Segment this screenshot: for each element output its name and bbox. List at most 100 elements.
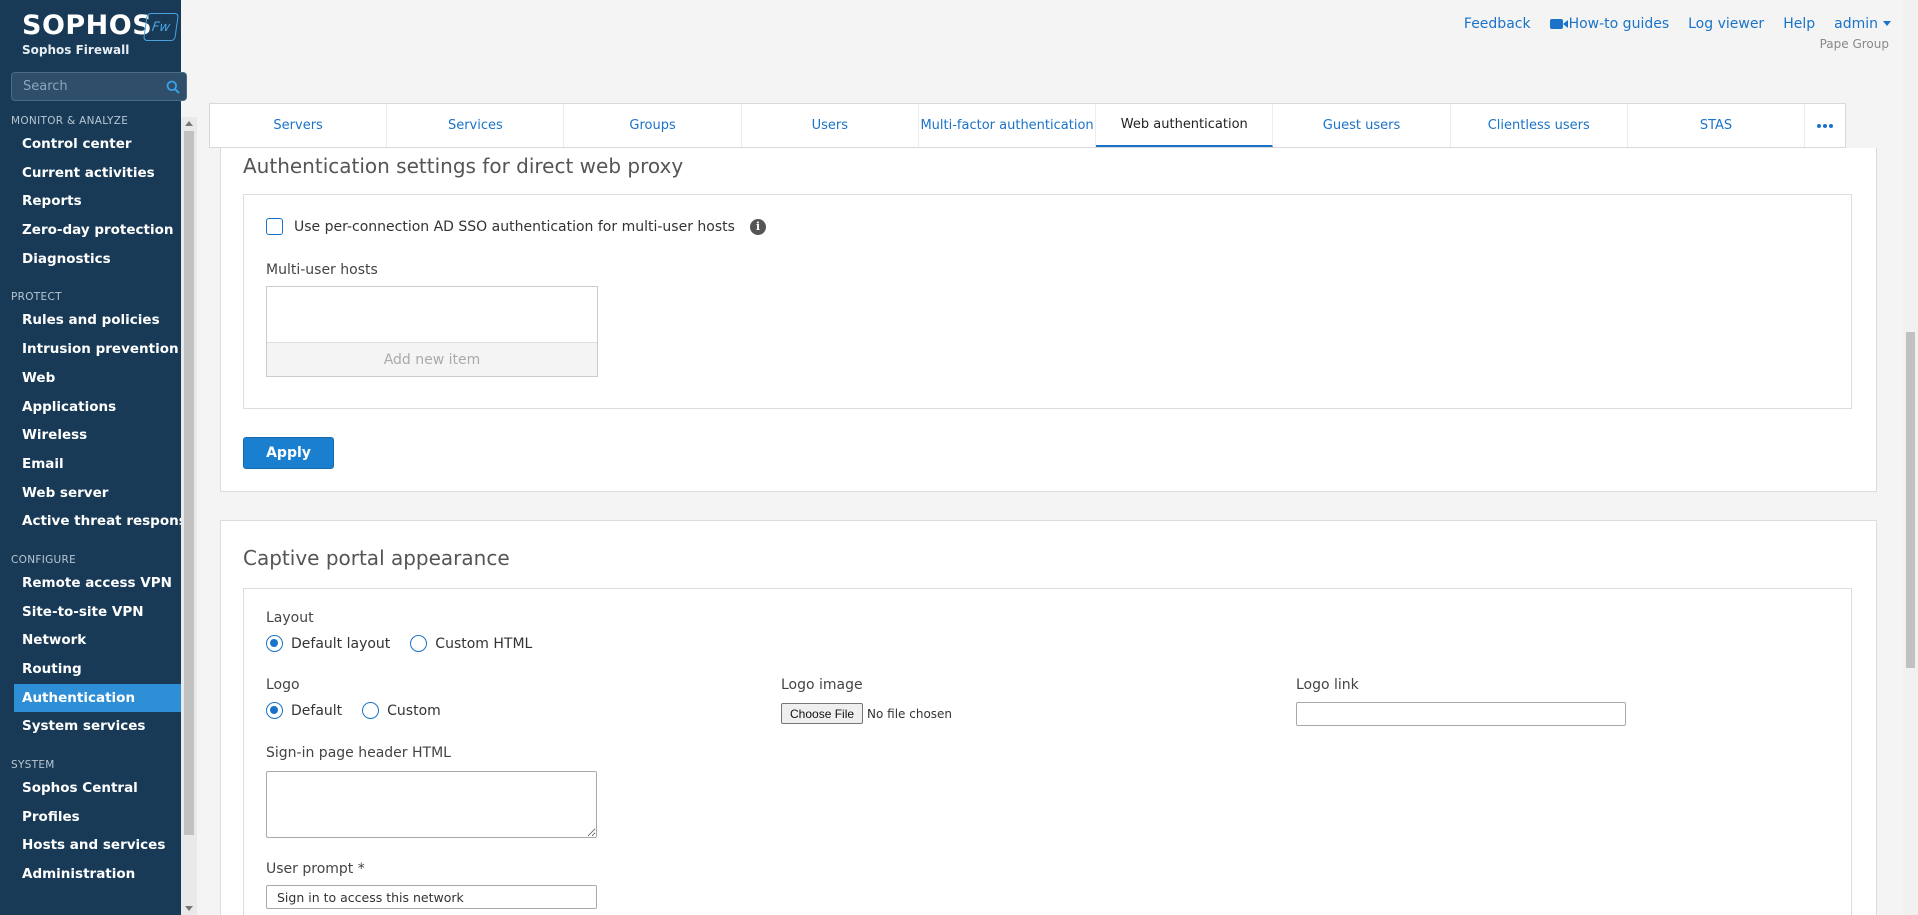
info-icon[interactable]: i: [749, 218, 766, 235]
top-links: Feedback How-to guides Log viewer Help a…: [1464, 16, 1891, 32]
sidebar: SOPHOS Sophos Firewall Fw MONITOR & ANAL…: [0, 0, 187, 915]
section-title-captive-portal: Captive portal appearance: [243, 546, 510, 570]
nav-section-protect: PROTECT: [11, 291, 62, 304]
tab-servers[interactable]: Servers: [210, 104, 388, 147]
direct-web-proxy-panel: Authentication settings for direct web p…: [220, 148, 1877, 492]
sidebar-item-active-threat-response[interactable]: Active threat response: [0, 507, 181, 536]
header-html-label: Sign-in page header HTML: [266, 745, 451, 761]
layout-default-label: Default layout: [291, 635, 391, 652]
tab-stas[interactable]: STAS: [1628, 104, 1806, 147]
user-menu[interactable]: admin: [1834, 16, 1891, 32]
header-html-textarea[interactable]: [266, 771, 597, 838]
sidebar-item-intrusion-prevention[interactable]: Intrusion prevention: [0, 335, 181, 364]
proxy-settings-card: Use per-connection AD SSO authentication…: [243, 194, 1852, 409]
layout-custom-html-radio[interactable]: [410, 635, 428, 652]
logo-custom-label: Custom: [387, 702, 441, 719]
sidebar-nav: MONITOR & ANALYZE Control center Current…: [0, 112, 181, 915]
tab-services[interactable]: Services: [387, 104, 565, 147]
main-scrollbar-thumb[interactable]: [1906, 332, 1915, 668]
nav-section-monitor: MONITOR & ANALYZE: [11, 115, 129, 127]
logo-link-input[interactable]: [1296, 702, 1626, 726]
scroll-down-icon[interactable]: [185, 906, 193, 911]
logo-label: Logo: [266, 677, 300, 693]
search-input[interactable]: [12, 79, 157, 94]
sidebar-item-authentication[interactable]: Authentication: [14, 683, 181, 713]
sidebar-item-web-server[interactable]: Web server: [0, 479, 181, 508]
scroll-up-icon[interactable]: [185, 121, 193, 126]
logo-radio-group: Default Custom: [266, 702, 461, 719]
tab-bar: Servers Services Groups Users Multi-fact…: [209, 103, 1846, 148]
how-to-guides-label: How-to guides: [1568, 16, 1670, 32]
main-scrollbar[interactable]: [1903, 0, 1918, 915]
search-box[interactable]: [11, 72, 187, 101]
sidebar-item-administration[interactable]: Administration: [0, 860, 181, 889]
layout-default-radio[interactable]: [266, 635, 283, 652]
sidebar-item-site-to-site-vpn[interactable]: Site-to-site VPN: [0, 598, 181, 627]
user-prompt-label: User prompt *: [266, 861, 365, 877]
sidebar-item-system-services[interactable]: System services: [0, 712, 181, 741]
sso-checkbox-row: Use per-connection AD SSO authentication…: [266, 218, 766, 235]
sidebar-item-zero-day-protection[interactable]: Zero-day protection: [0, 216, 181, 245]
sidebar-item-control-center[interactable]: Control center: [0, 130, 181, 159]
sidebar-item-rules-and-policies[interactable]: Rules and policies: [0, 306, 181, 335]
sidebar-item-wireless[interactable]: Wireless: [0, 421, 181, 450]
brand: SOPHOS Sophos Firewall: [22, 10, 153, 58]
layout-radio-group: Default layout Custom HTML: [266, 635, 552, 652]
layout-label: Layout: [266, 610, 314, 626]
tab-web-authentication[interactable]: Web authentication: [1096, 104, 1274, 147]
sidebar-item-routing[interactable]: Routing: [0, 655, 181, 684]
logo-default-label: Default: [291, 702, 343, 719]
sidebar-item-reports[interactable]: Reports: [0, 187, 181, 216]
tab-users[interactable]: Users: [742, 104, 919, 147]
sidebar-item-hosts-and-services[interactable]: Hosts and services: [0, 831, 181, 860]
nav-section-configure: CONFIGURE: [11, 553, 77, 566]
sidebar-item-sophos-central[interactable]: Sophos Central: [0, 774, 181, 803]
logo-link-label: Logo link: [1296, 677, 1359, 693]
sidebar-scrollbar[interactable]: [181, 117, 197, 915]
multi-user-hosts-label: Multi-user hosts: [266, 262, 378, 278]
product-name: Sophos Firewall: [22, 43, 130, 57]
sidebar-item-current-activities[interactable]: Current activities: [0, 159, 181, 188]
how-to-guides-link[interactable]: How-to guides: [1549, 16, 1670, 32]
section-title-direct-web-proxy: Authentication settings for direct web p…: [243, 154, 684, 178]
tab-clientless-users[interactable]: Clientless users: [1451, 104, 1628, 147]
captive-portal-panel: Captive portal appearance Layout Default…: [220, 520, 1877, 915]
tab-multi-factor-authentication[interactable]: Multi-factor authentication: [919, 104, 1097, 147]
tab-guest-users[interactable]: Guest users: [1273, 104, 1451, 147]
sso-checkbox-label: Use per-connection AD SSO authentication…: [294, 218, 735, 235]
feedback-link[interactable]: Feedback: [1464, 16, 1531, 32]
logo-image-label: Logo image: [781, 677, 863, 693]
nav-section-system: SYSTEM: [11, 759, 55, 772]
sidebar-item-profiles[interactable]: Profiles: [0, 803, 181, 832]
sidebar-item-email[interactable]: Email: [0, 450, 181, 479]
choose-file-button[interactable]: Choose File: [781, 703, 864, 724]
user-prompt-input[interactable]: [266, 885, 597, 909]
logo-image-file-input: Choose File No file chosen: [781, 703, 952, 724]
caret-down-icon: [1883, 21, 1891, 26]
sidebar-item-applications[interactable]: Applications: [0, 393, 181, 422]
organization-name: Pape Group: [1819, 37, 1889, 51]
logo-custom-radio[interactable]: [362, 702, 380, 719]
sidebar-item-diagnostics[interactable]: Diagnostics: [0, 245, 181, 274]
sidebar-item-web[interactable]: Web: [0, 364, 181, 393]
help-link[interactable]: Help: [1783, 16, 1815, 32]
sidebar-item-remote-access-vpn[interactable]: Remote access VPN: [0, 569, 181, 598]
more-tabs-icon[interactable]: [1805, 104, 1845, 147]
no-file-chosen-text: No file chosen: [867, 706, 953, 721]
user-name: admin: [1834, 16, 1878, 32]
sso-checkbox[interactable]: [266, 218, 283, 235]
log-viewer-link[interactable]: Log viewer: [1688, 16, 1764, 32]
brand-logo: SOPHOS: [22, 10, 153, 41]
tab-groups[interactable]: Groups: [564, 104, 742, 147]
logo-default-radio[interactable]: [266, 702, 283, 719]
captive-portal-card: Layout Default layout Custom HTML Logo D…: [243, 588, 1852, 915]
add-new-item-button[interactable]: Add new item: [267, 342, 597, 376]
apply-button[interactable]: Apply: [243, 437, 334, 469]
sidebar-scrollbar-thumb[interactable]: [184, 131, 194, 835]
firewall-badge-icon: Fw: [143, 13, 179, 41]
search-icon[interactable]: [166, 80, 180, 94]
layout-custom-html-label: Custom HTML: [435, 635, 533, 652]
video-camera-icon: [1549, 19, 1568, 29]
multi-user-hosts-list[interactable]: Add new item: [266, 286, 598, 377]
sidebar-item-network[interactable]: Network: [0, 626, 181, 655]
